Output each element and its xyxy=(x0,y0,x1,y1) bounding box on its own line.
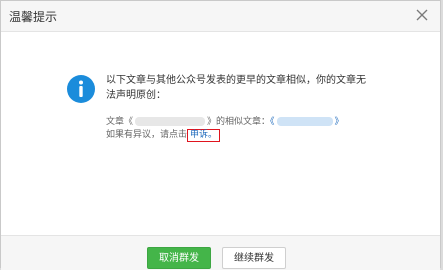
warm-tip-dialog: 温馨提示 以下文章与其他公众号发表的更早的文章相似，你的文章无法声明原创： 文章… xyxy=(0,0,441,270)
cancel-mass-send-button[interactable]: 取消群发 xyxy=(147,247,211,269)
info-icon xyxy=(67,75,95,103)
blurred-article-title xyxy=(135,117,206,126)
similarity-message: 以下文章与其他公众号发表的更早的文章相似，你的文章无法声明原创： xyxy=(106,75,366,101)
dialog-footer: 取消群发 继续群发 xyxy=(1,235,440,270)
complaint-link[interactable]: 申诉。 xyxy=(187,129,221,142)
dialog-body: 以下文章与其他公众号发表的更早的文章相似，你的文章无法声明原创： 文章《 》的相似… xyxy=(1,32,440,235)
complaint-link-text: 申诉 xyxy=(190,130,209,140)
dialog-header: 温馨提示 xyxy=(1,1,440,32)
complaint-suffix: 。 xyxy=(208,130,218,140)
complaint-line: 如果有异议，请点击 申诉。 xyxy=(106,129,221,142)
dialog-title: 温馨提示 xyxy=(9,10,58,24)
article-suffix: 》 xyxy=(334,117,344,127)
similar-prefix: 《 xyxy=(270,117,275,127)
continue-mass-send-button[interactable]: 继续群发 xyxy=(222,247,286,269)
article-middle: 》的相似文章： xyxy=(207,117,271,127)
article-prefix: 文章《 xyxy=(106,117,134,127)
blurred-similar-article-link[interactable] xyxy=(276,117,333,126)
article-line: 文章《 》的相似文章：《 》 xyxy=(106,116,344,128)
close-icon[interactable] xyxy=(414,7,430,23)
complaint-prefix: 如果有异议，请点击 xyxy=(106,130,188,140)
